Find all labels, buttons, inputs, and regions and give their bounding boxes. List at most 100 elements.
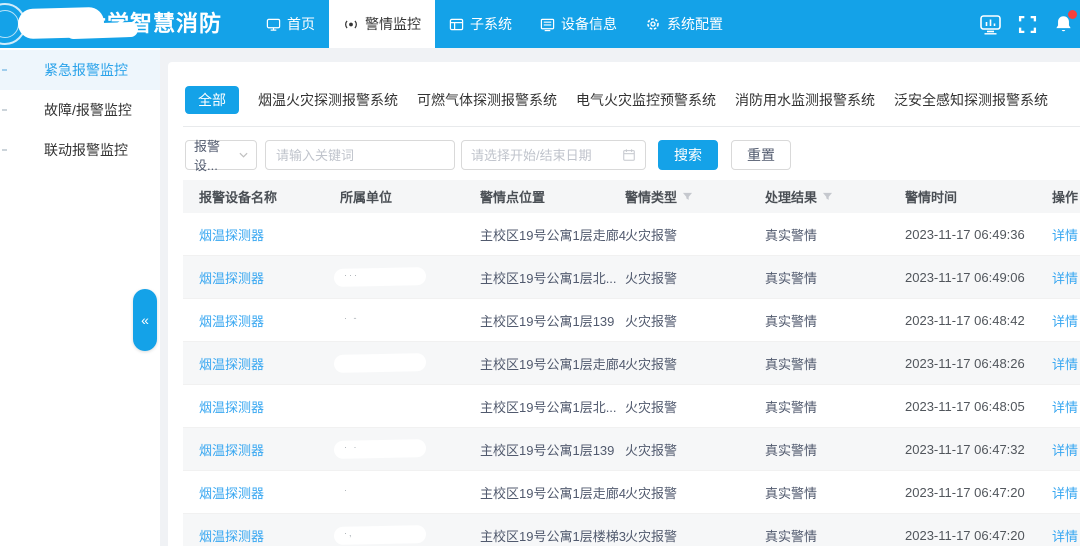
sidebar-item-2[interactable]: 故障/报警监控 — [0, 90, 160, 130]
fullscreen-button[interactable] — [1018, 15, 1037, 34]
device-name-link[interactable]: 烟温探测器 — [199, 440, 264, 459]
actions-cell: 详情处理 — [1036, 385, 1080, 428]
tab-6[interactable]: 泛安全感知探测报警系统 — [894, 86, 1048, 114]
device-name-cell: 烟温探测器 — [183, 256, 324, 299]
column-header-label: 警情时间 — [905, 187, 957, 206]
sidebar-item-label: 联动报警监控 — [44, 140, 128, 160]
alarm-type-cell: 火灾报警 — [609, 514, 749, 546]
sidebar-collapse-button[interactable]: « — [133, 289, 157, 351]
location-cell: 主校区19号公寓1层北... — [464, 256, 609, 299]
content-card: 全部烟温火灾探测报警系统可燃气体探测报警系统电气火灾监控预警系统消防用水监测报警… — [168, 62, 1080, 546]
location-cell: 主校区19号公寓1层139 — [464, 299, 609, 342]
org-redaction-blob — [334, 353, 426, 373]
search-button[interactable]: 搜索 — [658, 140, 718, 170]
result-cell: 真实警情 — [749, 514, 889, 546]
nav-item-label: 设备信息 — [561, 14, 617, 34]
nav-item-label: 警情监控 — [365, 14, 421, 34]
org-cell: · · — [324, 428, 464, 471]
org-redaction-marks: · — [344, 485, 349, 495]
reset-button[interactable]: 重置 — [731, 140, 791, 170]
device-name-cell: 烟温探测器 — [183, 213, 324, 256]
result-cell: 真实警情 — [749, 342, 889, 385]
detail-link[interactable]: 详情 — [1052, 483, 1078, 502]
device-name-cell: 烟温探测器 — [183, 342, 324, 385]
table-row: 烟温探测器·,主校区19号公寓1层楼梯3火灾报警真实警情2023-11-17 0… — [183, 514, 1080, 546]
actions-cell: 详情处理 — [1036, 428, 1080, 471]
org-redaction-marks: ·, — [344, 528, 354, 538]
location-cell: 主校区19号公寓1层走廊4 — [464, 342, 609, 385]
tab-4[interactable]: 电气火灾监控预警系统 — [576, 86, 716, 114]
nav-item-1[interactable]: 首页 — [252, 0, 329, 48]
detail-link[interactable]: 详情 — [1052, 311, 1078, 330]
collapse-chevrons-icon: « — [141, 312, 149, 328]
tab-5[interactable]: 消防用水监测报警系统 — [735, 86, 875, 114]
device-name-cell: 烟温探测器 — [183, 428, 324, 471]
device-name-link[interactable]: 烟温探测器 — [199, 268, 264, 287]
alarm-type-cell: 火灾报警 — [609, 471, 749, 514]
nav-item-5[interactable]: 系统配置 — [631, 0, 737, 48]
device-name-link[interactable]: 烟温探测器 — [199, 526, 264, 545]
nav-item-3[interactable]: 子系统 — [435, 0, 526, 48]
detail-link[interactable]: 详情 — [1052, 526, 1078, 545]
column-header-4: 警情类型 — [609, 187, 749, 206]
column-header-7: 操作 — [1036, 187, 1080, 206]
column-header-3: 警情点位置 — [464, 187, 609, 206]
sidebar-item-tick-icon — [2, 149, 7, 151]
time-cell: 2023-11-17 06:47:32 — [889, 428, 1036, 471]
date-range-field[interactable] — [471, 148, 616, 163]
date-range-input[interactable] — [461, 140, 646, 170]
table-row: 烟温探测器主校区19号公寓1层走廊4火灾报警真实警情2023-11-17 06:… — [183, 213, 1080, 256]
alarm-type-cell: 火灾报警 — [609, 342, 749, 385]
org-redaction-marks: · · — [344, 442, 359, 452]
nav-item-label: 系统配置 — [667, 14, 723, 34]
device-name-link[interactable]: 烟温探测器 — [199, 354, 264, 373]
detail-link[interactable]: 详情 — [1052, 354, 1078, 373]
filter-funnel-icon[interactable] — [682, 192, 693, 202]
sidebar-item-label: 紧急报警监控 — [44, 60, 128, 80]
table-row: 烟温探测器···主校区19号公寓1层北...火灾报警真实警情2023-11-17… — [183, 256, 1080, 299]
sidebar-item-tick-icon — [2, 109, 7, 111]
result-cell: 真实警情 — [749, 213, 889, 256]
nav-item-4[interactable]: 设备信息 — [526, 0, 631, 48]
org-cell — [324, 213, 464, 256]
time-cell: 2023-11-17 06:47:20 — [889, 471, 1036, 514]
nav-item-2[interactable]: 警情监控 — [329, 0, 435, 48]
time-cell: 2023-11-17 06:49:06 — [889, 256, 1036, 299]
fullscreen-icon — [1018, 15, 1037, 34]
tab-3[interactable]: 可燃气体探测报警系统 — [417, 86, 557, 114]
actions-cell: 详情处理 — [1036, 342, 1080, 385]
device-name-link[interactable]: 烟温探测器 — [199, 483, 264, 502]
detail-link[interactable]: 详情 — [1052, 397, 1078, 416]
device-name-link[interactable]: 烟温探测器 — [199, 311, 264, 330]
keyword-input[interactable] — [265, 140, 455, 170]
tab-1[interactable]: 全部 — [185, 86, 239, 114]
sidebar-item-1[interactable]: 紧急报警监控 — [0, 50, 160, 90]
org-redaction-marks: ··· — [344, 270, 359, 280]
bell-button[interactable] — [1053, 14, 1074, 35]
location-cell: 主校区19号公寓1层走廊4 — [464, 213, 609, 256]
tab-2[interactable]: 烟温火灾探测报警系统 — [258, 86, 398, 114]
sidebar-item-tick-icon — [2, 69, 7, 71]
detail-link[interactable]: 详情 — [1052, 268, 1078, 287]
top-navbar: 大学智慧消防 首页警情监控子系统设备信息系统配置 — [0, 0, 1080, 48]
table-row: 烟温探测器·主校区19号公寓1层走廊4火灾报警真实警情2023-11-17 06… — [183, 471, 1080, 514]
detail-link[interactable]: 详情 — [1052, 225, 1078, 244]
device-name-link[interactable]: 烟温探测器 — [199, 397, 264, 416]
column-header-5: 处理结果 — [749, 187, 889, 206]
device-type-select[interactable]: 报警设... — [185, 140, 257, 170]
device-name-cell: 烟温探测器 — [183, 299, 324, 342]
system-tabs: 全部烟温火灾探测报警系统可燃气体探测报警系统电气火灾监控预警系统消防用水监测报警… — [168, 62, 1080, 114]
column-header-label: 所属单位 — [340, 187, 392, 206]
actions-cell: 详情处理 — [1036, 471, 1080, 514]
nav-menu: 首页 警情监控子系统 设备信息 系统配置 — [252, 0, 737, 48]
location-cell: 主校区19号公寓1层楼梯3 — [464, 514, 609, 546]
detail-link[interactable]: 详情 — [1052, 440, 1078, 459]
device-name-link[interactable]: 烟温探测器 — [199, 225, 264, 244]
filter-funnel-icon[interactable] — [822, 192, 833, 202]
calendar-icon — [622, 148, 636, 162]
column-header-6: 警情时间 — [889, 187, 1036, 206]
sidebar-item-3[interactable]: 联动报警监控 — [0, 130, 160, 170]
nav-item-label: 首页 — [287, 14, 315, 34]
org-cell — [324, 342, 464, 385]
dashboard-chart-button[interactable] — [979, 14, 1002, 35]
